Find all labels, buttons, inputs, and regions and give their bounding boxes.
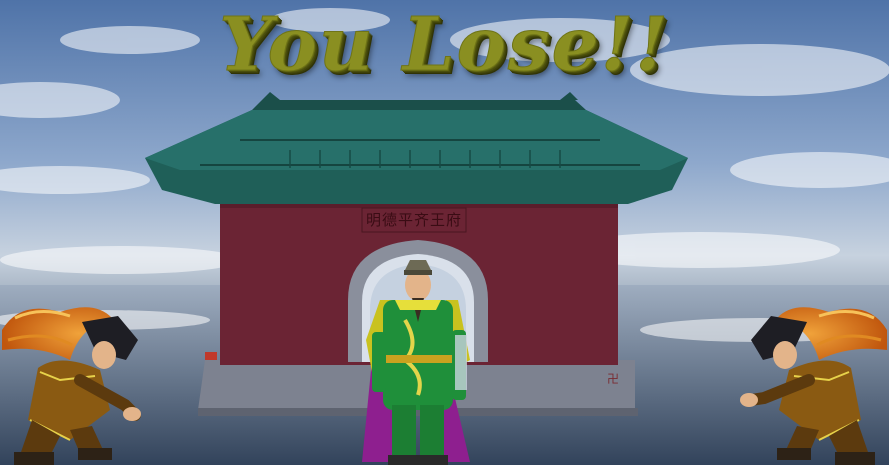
svg-text:卍: 卍: [607, 372, 619, 386]
gate-plaque-text: 明德平齐王府: [366, 211, 462, 229]
game-over-title: You Lose!!: [219, 2, 670, 89]
